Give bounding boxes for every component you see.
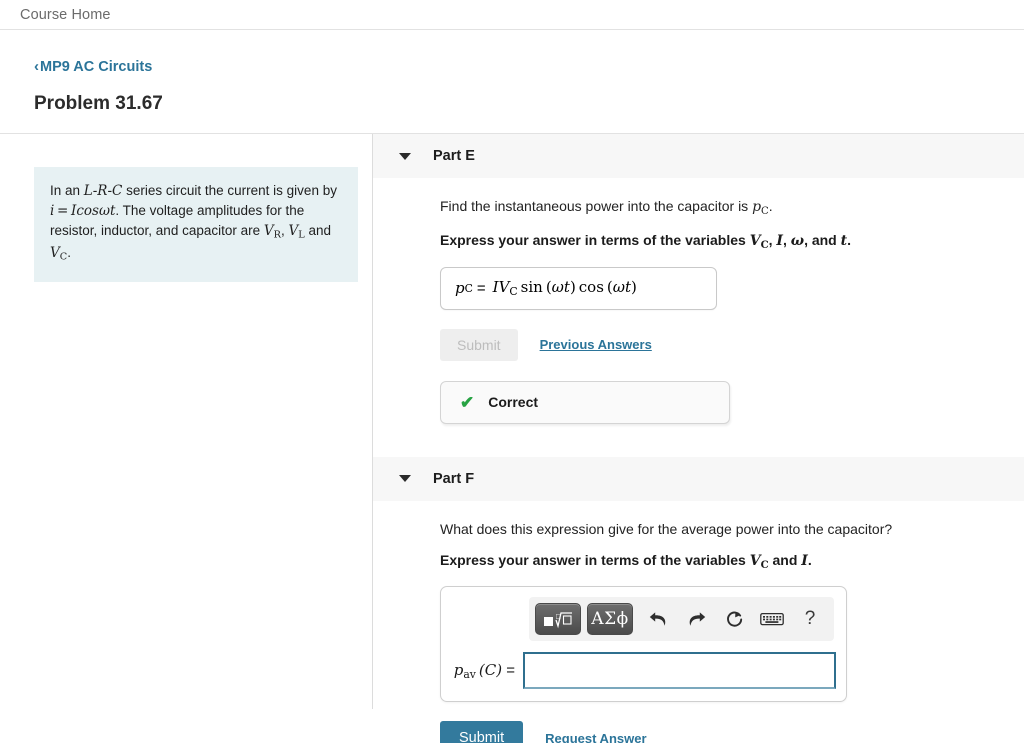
part-e-previous-answers-link[interactable]: Previous Answers [540,337,652,352]
problem-page: Course Home ‹ MP9 AC Circuits Problem 31… [0,0,1024,743]
top-navigation-bar: Course Home [0,0,1024,30]
var-vc-sub: C [760,559,769,571]
statement-fragment: . [67,244,71,260]
var-omega: ω [790,232,805,249]
statement-lrc: L-R-C [83,183,123,199]
problem-statement-text: In an L-R-C series circuit the current i… [34,167,358,283]
statement-vl: V [288,223,299,240]
part-e-header[interactable]: Part E [373,134,1024,178]
check-icon: ✔ [460,392,475,412]
problem-statement-pane: In an L-R-C series circuit the current i… [0,134,373,709]
part-e-equals: = [476,279,486,297]
part-e-body: Find the instantaneous power into the ca… [373,178,1024,424]
part-e-question: Find the instantaneous power into the ca… [440,198,1024,217]
statement-fragment: and [304,223,331,239]
part-e-instruction: Express your answer in terms of the vari… [440,231,851,251]
statement-vr-sub: R [273,230,281,242]
part-e-symbol: p [752,199,762,215]
part-e-action-row: Submit Previous Answers [440,328,1024,361]
chevron-left-icon: ‹ [34,58,39,75]
statement-fragment: In an [50,183,84,198]
part-e-submit-button[interactable]: Submit [440,328,518,361]
var-i: I [801,552,808,569]
math-template-button[interactable]: □ [535,603,581,636]
part-e-question-text: Find the instantaneous power into the ca… [440,198,753,214]
breadcrumb-label: MP9 AC Circuits [40,58,153,75]
part-f-answer-input[interactable] [523,652,836,690]
reset-icon[interactable] [715,604,753,634]
var-t: t [840,232,848,249]
breadcrumb-assignment-link[interactable]: ‹ MP9 AC Circuits [34,59,152,75]
statement-current-equation: i = Icosωt [50,203,116,220]
part-f-label: Part F [433,470,475,487]
part-e-question-period: . [768,198,773,214]
statement-vc: V [50,244,60,261]
var-i: I [776,232,783,249]
part-e-answer-display: pC = IVC sin (ωt) cos (ωt) [440,266,717,310]
part-e-answer-value: IVC sin (ωt) cos (ωt) [492,278,637,299]
part-f-instruction: Express your answer in terms of the vari… [440,551,812,571]
part-e-feedback-banner: ✔ Correct [440,380,730,424]
part-f-header[interactable]: Part F [373,456,1024,501]
part-e-label: Part E [433,148,475,164]
part-f-request-answer-link[interactable]: Request Answer [545,731,646,743]
part-e-symbol-sub: C [761,205,769,217]
var-vc: V [749,552,761,569]
part-f-entry-row: pav (C) = [451,652,836,690]
part-e-instruction-prefix: Express your answer in terms of the vari… [440,231,750,248]
part-e-answer-label-sub: C [464,281,473,295]
undo-icon[interactable] [639,604,677,634]
help-label: ? [804,608,816,630]
statement-vr: V [263,223,274,240]
part-f-answer-widget: □ ΑΣϕ ? pav (C) = [440,586,847,703]
greek-symbols-label: ΑΣϕ [591,609,629,630]
part-f-question: What does this expression give for the a… [440,520,893,537]
course-home-link[interactable]: Course Home [20,7,111,23]
part-e-answer-label: p [455,279,465,298]
parts-pane: Part E Find the instantaneous power into… [373,134,1024,743]
part-f-body: What does this expression give for the a… [373,501,1024,743]
problem-body: In an L-R-C series circuit the current i… [0,134,1024,743]
greek-symbols-button[interactable]: ΑΣϕ [587,603,633,636]
chevron-down-icon[interactable] [399,152,411,160]
statement-fragment: series circuit the current is given by [122,183,337,198]
help-icon[interactable]: ? [791,604,829,634]
math-toolbar: □ ΑΣϕ ? [529,597,834,642]
part-f-entry-label: pav (C) = [453,660,515,681]
page-title: Problem 31.67 [34,93,163,114]
problem-header: ‹ MP9 AC Circuits Problem 31.67 [0,30,1024,134]
var-vc-sub: C [760,239,769,251]
keyboard-icon[interactable] [753,604,791,634]
part-e-feedback-text: Correct [488,394,539,411]
part-f-submit-button[interactable]: Submit [440,721,524,743]
redo-icon[interactable] [677,604,715,634]
part-f-instruction-prefix: Express your answer in terms of the vari… [440,551,750,568]
chevron-down-icon[interactable] [399,475,411,483]
part-f-action-row: Submit Request Answer [440,721,1024,743]
var-vc: V [749,232,761,249]
